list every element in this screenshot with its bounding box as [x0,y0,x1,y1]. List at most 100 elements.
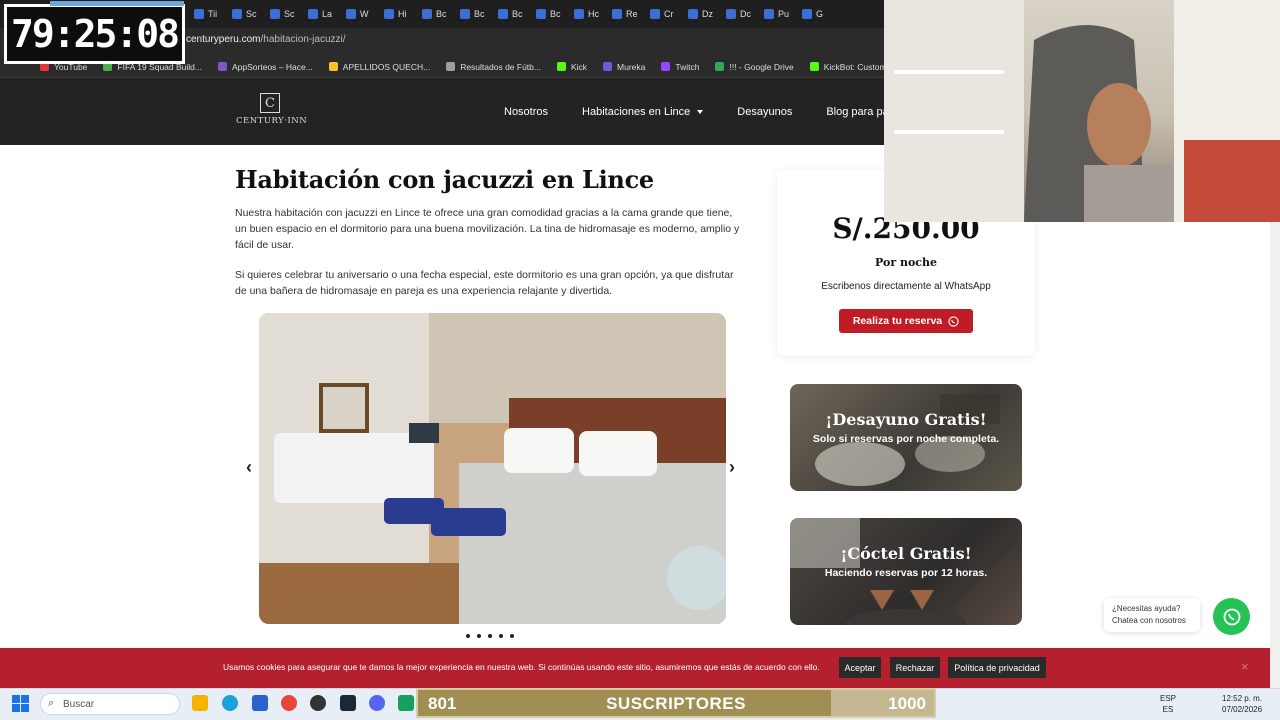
privacy-policy-button[interactable]: Política de privacidad [948,657,1046,678]
reserve-button-label: Realiza tu reserva [852,315,943,327]
tab-label: Hc [588,9,599,19]
tab-label: Sc [284,9,295,19]
windows-start-icon[interactable] [12,695,29,712]
cookie-accept-button[interactable]: Aceptar [839,657,881,678]
browser-tab[interactable]: Hc [570,3,608,25]
logo-name: CENTURY·INN [236,116,308,126]
bookmark-favicon-icon [218,62,227,71]
tab-label: Pu [778,9,790,19]
browser-tab[interactable]: Sc [228,3,266,25]
promo-cocktail-subtitle: Haciendo reservas por 12 horas. [824,567,988,579]
chrome-icon[interactable] [281,695,297,711]
celebration-paragraph: Si quieres celebrar tu aniversario o una… [235,269,734,297]
room-photo-carousel[interactable]: ‹ › [259,313,726,624]
bookmark-favicon-icon [603,62,613,71]
tab-label: Dc [740,9,751,19]
tab-label: Cr [664,9,674,19]
cookie-close-icon[interactable]: × [1241,659,1249,674]
nav-item-label: Desayunos [737,106,793,118]
promo-breakfast-title: ¡Desayuno Gratis! [825,410,987,429]
browser-tab[interactable]: Bc [418,3,456,25]
carousel-dot[interactable] [510,634,514,638]
browser-tab[interactable]: Dz [684,3,722,25]
nav-item-label: Habitaciones en Lince [582,106,691,118]
page-scrollbar[interactable] [1270,145,1280,688]
app-icon[interactable] [310,695,326,711]
promo-cocktail[interactable]: ¡Cóctel Gratis! Haciendo reservas por 12… [790,518,1022,625]
bookmark-item[interactable]: Mureka [603,62,645,72]
bookmark-item[interactable]: Kick [556,61,588,72]
carousel-dot[interactable] [499,634,503,638]
bookmark-item[interactable]: Resultados de Fútb... [446,62,541,72]
input-language[interactable]: ESP ES [1160,693,1176,715]
browser-tab[interactable]: Hi [380,3,418,25]
bookmark-item[interactable]: APELLIDOS QUECH... [328,61,431,72]
carousel-next-button[interactable]: › [729,457,735,478]
tab-label: Dz [702,9,713,19]
browser-tab[interactable]: Bc [456,3,494,25]
tab-favicon-icon [422,9,432,19]
tab-label: La [322,9,333,19]
bookmark-item[interactable]: Twitch [661,62,699,72]
tab-favicon-icon [726,9,736,19]
tab-favicon-icon [232,9,242,19]
tab-label: Hi [398,9,407,19]
browser-tab[interactable]: Bc [532,3,570,25]
chevron-down-icon [697,110,704,115]
browser-tab[interactable]: Bc [494,3,532,25]
nav-item[interactable]: Nosotros [504,106,548,118]
system-clock[interactable]: 12:52 p. m. 07/02/2026 [1222,693,1262,715]
bookmark-label: APELLIDOS QUECH... [342,61,431,72]
promo-breakfast[interactable]: ¡Desayuno Gratis! Solo si reservas por n… [790,384,1022,491]
browser-tab[interactable]: G [798,3,836,25]
chat-line-1: ¿Necesitas ayuda? [1112,604,1181,613]
cookie-reject-button[interactable]: Rechazar [890,657,940,678]
whatsapp-chat-button[interactable] [1213,598,1250,635]
browser-tab[interactable]: Cr [646,3,684,25]
tab-favicon-icon [308,9,318,19]
carousel-dot[interactable] [466,634,470,638]
browser-tab[interactable]: Dc [722,3,760,25]
site-logo[interactable]: C CENTURY·INN [236,93,308,133]
file-explorer-icon[interactable] [192,695,208,711]
webcam-overlay [884,0,1280,222]
discord-icon[interactable] [369,695,385,711]
tab-label: Bc [550,9,561,19]
carousel-dot[interactable] [477,634,481,638]
stream-timer: 79:25:08 [4,4,185,64]
browser-tab[interactable]: Tii [190,3,228,25]
nav-item[interactable]: Habitaciones en Lince [582,106,704,118]
search-placeholder: Buscar [63,698,95,710]
nav-item[interactable]: Desayunos [737,106,792,118]
cookie-text: Usamos cookies para asegurar que te damo… [223,662,820,672]
bookmark-item[interactable]: AppSorteos – Hace... [218,62,313,72]
bookmark-item[interactable]: !!! - Google Drive [715,62,794,72]
tab-favicon-icon [688,9,698,19]
bookmark-label: Mureka [617,61,646,72]
whatsapp-icon [948,315,959,327]
bookmark-favicon-icon [809,62,819,71]
taskbar-search-input[interactable]: ⌕ Buscar [40,693,180,715]
carousel-dot[interactable] [488,634,492,638]
bookmark-label: Kick [570,61,588,72]
spreadsheet-icon[interactable] [398,695,414,711]
price-unit: Por noche [875,256,937,269]
bookmark-favicon-icon [715,62,725,71]
clock-date: 07/02/2026 [1222,705,1263,714]
chat-bubble[interactable]: ¿Necesitas ayuda? Chatea con nosotros [1104,598,1200,632]
url-host: centuryperu.com [186,34,261,45]
reserve-button[interactable]: Realiza tu reserva [839,309,973,333]
logo-mark: C [260,93,280,113]
carousel-prev-button[interactable]: ‹ [246,457,252,478]
bookmark-favicon-icon [661,62,671,71]
store-icon[interactable] [252,695,268,711]
browser-tab[interactable]: Sc [266,3,304,25]
url-text[interactable]: centuryperu.com/habitacion-jacuzzi/ [186,34,346,45]
lang-bottom: ES [1162,705,1174,714]
browser-tab[interactable]: W [342,3,380,25]
browser-tab[interactable]: La [304,3,342,25]
steam-icon[interactable] [340,695,356,711]
browser-tab[interactable]: Re [608,3,646,25]
browser-tab[interactable]: Pu [760,3,798,25]
edge-icon[interactable] [222,695,238,711]
